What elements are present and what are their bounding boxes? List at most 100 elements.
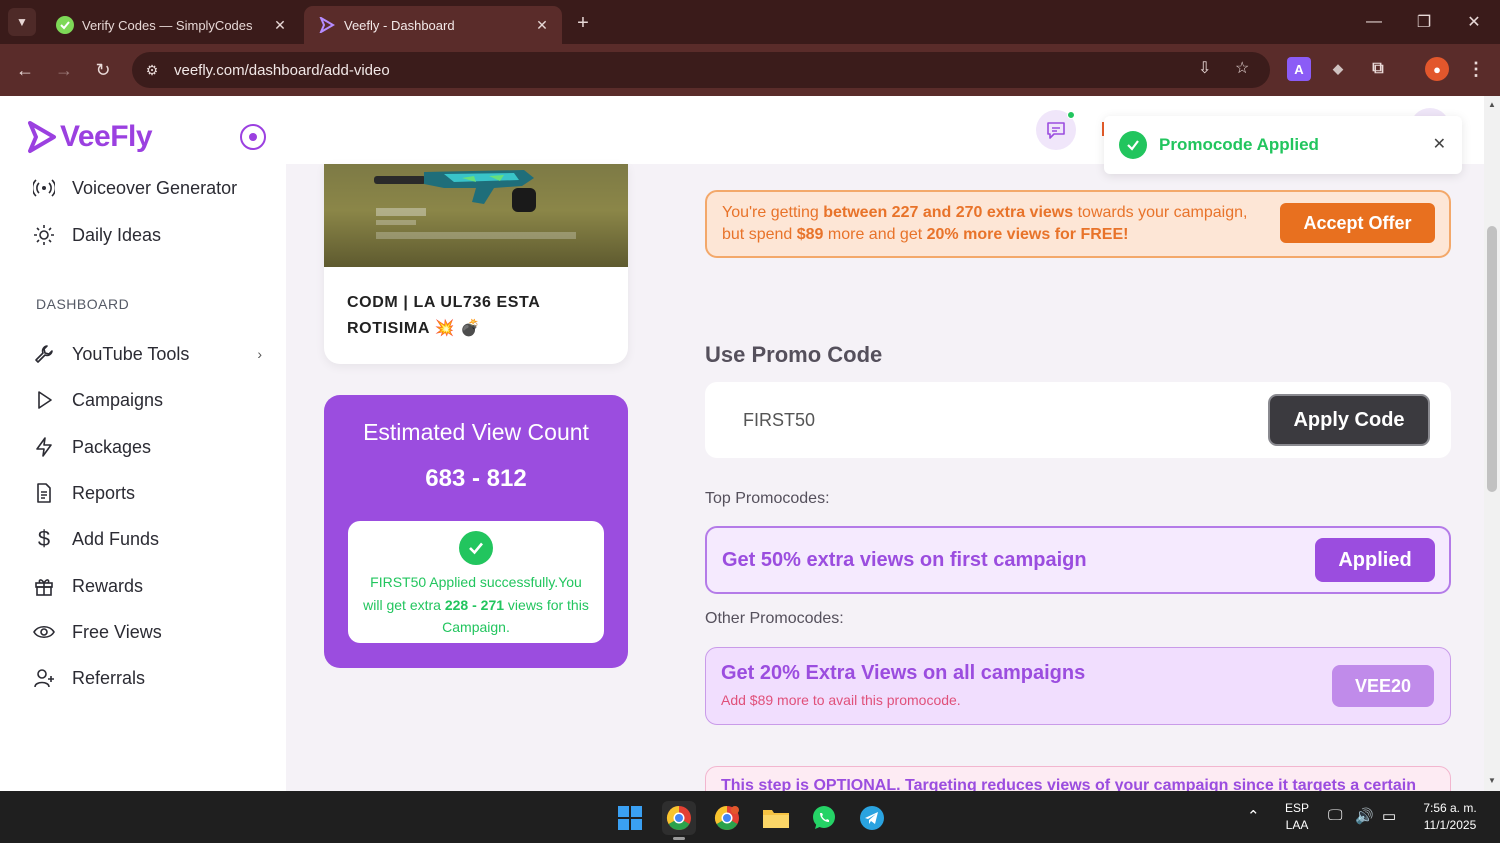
volume-icon[interactable]: 🔊: [1355, 807, 1374, 825]
input-language-layout: LAA: [1285, 818, 1309, 832]
sidebar-item-youtube-tools[interactable]: YouTube Tools ›: [32, 339, 272, 369]
restore-button[interactable]: ❐: [1404, 8, 1444, 36]
input-language-code: ESP: [1284, 801, 1309, 815]
sidebar-item-daily-ideas[interactable]: Daily Ideas: [32, 220, 272, 250]
optional-targeting-note: This step is OPTIONAL. Targeting reduces…: [705, 766, 1451, 791]
chat-button[interactable]: [1036, 110, 1076, 150]
network-icon[interactable]: 🖵: [1328, 807, 1342, 824]
site-info-icon[interactable]: ⚙: [140, 62, 164, 79]
close-window-button[interactable]: ✕: [1454, 8, 1494, 36]
windows-taskbar: ⌃ ESP LAA 🖵 🔊 ▭ 7:56 a. m. 11/1/2025: [0, 791, 1500, 843]
chat-bubble-icon: [1047, 122, 1065, 139]
sidebar-item-free-views[interactable]: Free Views: [32, 617, 272, 647]
tab-close-icon[interactable]: ✕: [270, 15, 290, 35]
tab-close-icon[interactable]: ✕: [532, 15, 552, 35]
sidebar-item-label: YouTube Tools: [72, 343, 190, 364]
extension-a-icon[interactable]: A: [1287, 57, 1311, 81]
tab-simplycodes[interactable]: Verify Codes — SimplyCodes ✕: [42, 6, 300, 44]
active-app-indicator: [673, 837, 685, 840]
back-button[interactable]: ←: [11, 56, 39, 84]
sidebar-item-label: Referrals: [72, 667, 146, 688]
sidebar-collapse-button[interactable]: [240, 124, 266, 150]
user-plus-icon: [32, 666, 56, 690]
extension-shark-icon[interactable]: ◆: [1326, 57, 1350, 81]
new-tab-button[interactable]: +: [570, 10, 596, 36]
sidebar-item-campaigns[interactable]: Campaigns: [32, 385, 272, 415]
toast-close-icon[interactable]: ✕: [1433, 134, 1446, 154]
estimate-success-message: FIRST50 Applied successfully.You will ge…: [360, 571, 592, 639]
url-text: veefly.com/dashboard/add-video: [174, 61, 390, 79]
reload-button[interactable]: ↻: [89, 56, 117, 84]
file-explorer-icon[interactable]: [759, 801, 793, 835]
other-promocode-card[interactable]: Get 20% Extra Views on all campaigns Add…: [705, 647, 1451, 725]
veefly-logo[interactable]: VeeFly: [26, 120, 153, 154]
promo-code-input[interactable]: [743, 402, 1243, 438]
sidebar-item-label: Reports: [72, 482, 136, 503]
top-promocodes-label: Top Promocodes:: [705, 490, 830, 507]
windows-start-icon[interactable]: [613, 801, 647, 835]
clock-time: 7:56 a. m.: [1423, 801, 1477, 815]
scrollbar-thumb[interactable]: [1487, 226, 1497, 492]
sidebar-item-voiceover-generator[interactable]: Voiceover Generator: [32, 173, 272, 203]
promo-card-title: Get 50% extra views on first campaign: [722, 549, 1087, 571]
play-icon: [32, 388, 56, 412]
browser-tab-bar: ▼ Verify Codes — SimplyCodes ✕ Veefly - …: [0, 0, 1500, 44]
forward-button[interactable]: →: [50, 56, 78, 84]
estimate-success-box: FIRST50 Applied successfully.You will ge…: [348, 521, 604, 643]
install-app-icon[interactable]: ⇩: [1198, 58, 1211, 78]
offer-text-bold: $89: [796, 226, 824, 243]
sidebar-item-rewards[interactable]: Rewards: [32, 571, 272, 601]
tab-search-button[interactable]: ▼: [8, 8, 36, 36]
veefly-logo-icon: [28, 121, 56, 153]
chrome-taskbar-icon[interactable]: [662, 801, 696, 840]
accept-offer-button[interactable]: Accept Offer: [1280, 203, 1435, 243]
apply-code-button[interactable]: Apply Code: [1268, 394, 1430, 446]
sidebar-item-packages[interactable]: Packages: [32, 432, 272, 462]
wrench-icon: [32, 342, 56, 366]
scroll-up-icon[interactable]: ▲: [1488, 100, 1496, 109]
promo-card-title: Get 20% Extra Views on all campaigns: [721, 662, 1086, 684]
sidebar-item-label: Free Views: [72, 621, 162, 642]
telegram-icon[interactable]: [855, 801, 889, 835]
sidebar-item-referrals[interactable]: Referrals: [32, 663, 272, 693]
tab-veefly-dashboard[interactable]: Veefly - Dashboard ✕: [304, 6, 562, 44]
top-promocode-card[interactable]: Get 50% extra views on first campaign Ap…: [705, 526, 1451, 594]
minimize-button[interactable]: —: [1354, 8, 1394, 36]
veefly-page: VeeFly Voiceover Generator Daily Ideas D…: [0, 96, 1484, 791]
scroll-down-icon[interactable]: ▼: [1488, 776, 1496, 785]
show-hidden-icons-icon[interactable]: ⌃: [1247, 807, 1260, 825]
page-scrollbar[interactable]: ▲ ▼: [1484, 96, 1500, 791]
check-circle-icon: [459, 531, 493, 565]
eye-icon: [32, 620, 56, 644]
sidebar-item-reports[interactable]: Reports: [32, 478, 272, 508]
logo-text: VeeFly: [60, 120, 153, 153]
offer-text-bold: between 227 and 270 extra views: [823, 204, 1074, 221]
chevron-right-icon: ›: [257, 346, 262, 362]
offer-text-bold: 20% more views for FREE!: [926, 226, 1129, 243]
estimate-msg-range: 228 - 271: [444, 596, 505, 613]
input-language[interactable]: ESP LAA: [1282, 800, 1312, 834]
optional-note-text: This step is OPTIONAL. Targeting reduces…: [721, 777, 1416, 791]
online-indicator: [1067, 111, 1075, 119]
sidebar-item-add-funds[interactable]: $ Add Funds: [32, 524, 272, 554]
toast-notification: Promocode Applied ✕: [1104, 116, 1462, 174]
extensions-puzzle-icon[interactable]: ⧉: [1366, 57, 1390, 81]
profile-avatar-icon[interactable]: ●: [1425, 57, 1449, 81]
bookmark-star-icon[interactable]: ☆: [1235, 58, 1249, 78]
system-clock[interactable]: 7:56 a. m. 11/1/2025: [1412, 800, 1488, 834]
battery-icon[interactable]: ▭: [1382, 807, 1396, 825]
sidebar-item-label: Voiceover Generator: [72, 177, 238, 198]
sidebar-item-label: Rewards: [72, 575, 144, 596]
applied-button[interactable]: Applied: [1315, 538, 1435, 582]
sidebar-item-label: Daily Ideas: [72, 224, 162, 245]
address-bar[interactable]: ⚙ veefly.com/dashboard/add-video: [132, 52, 1270, 88]
chrome-menu-icon[interactable]: ⋮: [1464, 57, 1488, 81]
video-card: CODM | LA UL736 ESTA ROTISIMA 💥 💣: [324, 164, 628, 364]
toast-message: Promocode Applied: [1159, 135, 1319, 154]
chrome-profile-taskbar-icon[interactable]: [710, 801, 744, 835]
estimate-range: 683 - 812: [425, 465, 527, 492]
estimate-card: Estimated View Count 683 - 812 FIRST50 A…: [324, 395, 628, 668]
promo-code-vee20-button[interactable]: VEE20: [1332, 665, 1434, 707]
gift-icon: [32, 574, 56, 598]
whatsapp-icon[interactable]: [807, 801, 841, 835]
